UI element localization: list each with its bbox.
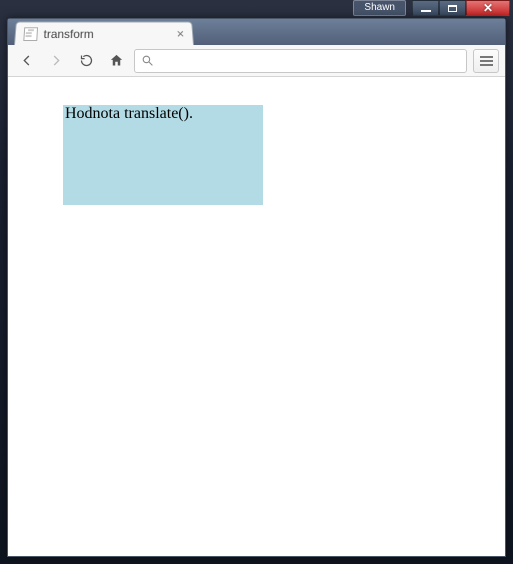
- tab-title: transform: [43, 27, 171, 41]
- box-text: Hodnota translate().: [65, 105, 193, 122]
- translated-box: Hodnota translate().: [63, 105, 263, 205]
- url-input[interactable]: [160, 53, 460, 68]
- page-viewport: Hodnota translate().: [8, 77, 505, 556]
- browser-window: transform × Hodnota translate().: [7, 18, 506, 557]
- tab-strip: transform ×: [8, 19, 505, 45]
- close-icon: ✕: [483, 1, 493, 15]
- home-button[interactable]: [104, 49, 128, 73]
- address-bar[interactable]: [134, 49, 467, 73]
- arrow-right-icon: [49, 53, 64, 68]
- window-maximize-button[interactable]: [439, 0, 466, 16]
- back-button[interactable]: [14, 49, 38, 73]
- maximize-icon: [448, 5, 457, 12]
- reload-icon: [79, 53, 94, 68]
- home-icon: [109, 53, 124, 68]
- hamburger-icon: [480, 56, 493, 58]
- window-close-button[interactable]: ✕: [466, 0, 510, 16]
- minimize-icon: [421, 10, 431, 12]
- search-icon: [141, 54, 154, 67]
- reload-button[interactable]: [74, 49, 98, 73]
- window-minimize-button[interactable]: [412, 0, 439, 16]
- os-titlebar: Shawn ✕: [0, 0, 513, 18]
- browser-toolbar: [8, 45, 505, 77]
- tab-close-button[interactable]: ×: [176, 26, 185, 41]
- chrome-menu-button[interactable]: [473, 49, 499, 73]
- file-icon: [23, 27, 38, 41]
- forward-button[interactable]: [44, 49, 68, 73]
- browser-tab[interactable]: transform ×: [14, 22, 194, 45]
- user-badge[interactable]: Shawn: [353, 0, 406, 16]
- arrow-left-icon: [19, 53, 34, 68]
